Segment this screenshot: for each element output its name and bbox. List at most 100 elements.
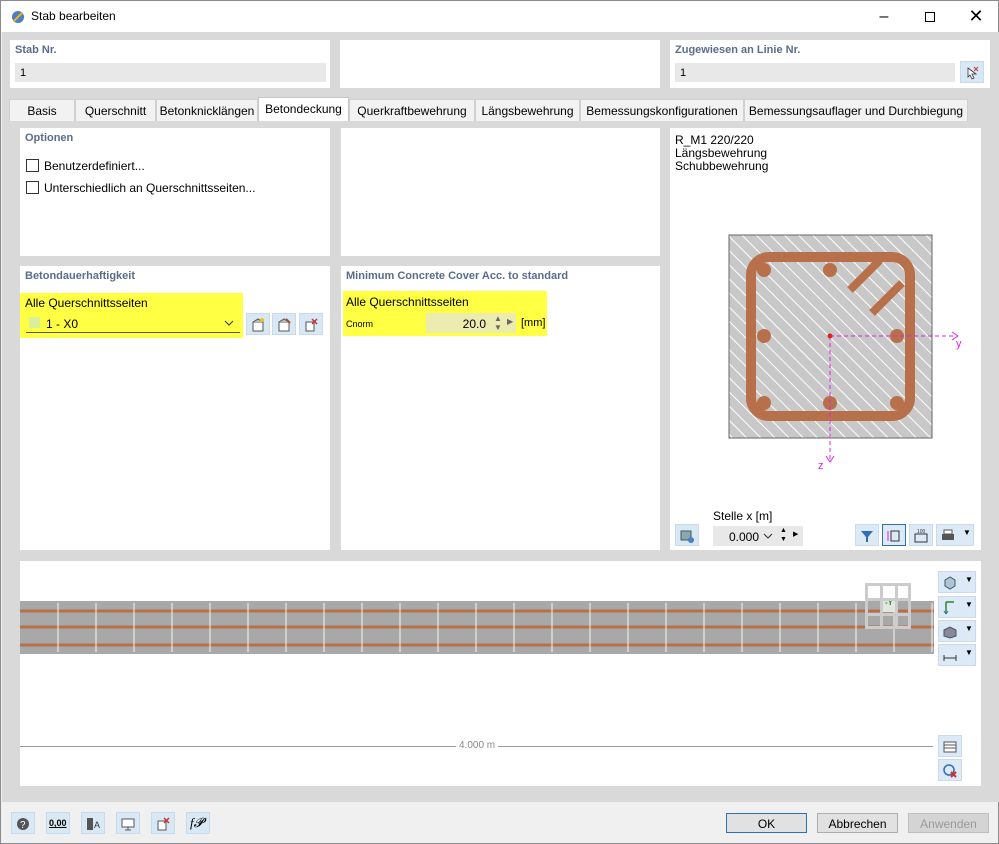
reset-view-button[interactable]	[938, 759, 962, 781]
cancel-button[interactable]: Abbrechen	[817, 813, 898, 833]
section-settings-button[interactable]	[675, 524, 699, 546]
longitudinal-reinforcement-label: Längsbewehrung	[675, 146, 768, 160]
view-direction-button[interactable]: ▼	[938, 596, 976, 618]
optionen-panel: Optionen Benutzerdefiniert... Unterschie…	[20, 128, 330, 256]
dauer-all-sides-label: Alle Querschnittsseiten	[25, 296, 148, 310]
centroid	[827, 333, 833, 339]
window-title: Stab bearbeiten	[31, 9, 116, 23]
beam-length-label: 4.000 m	[456, 740, 499, 751]
dimension-display-button[interactable]: ▼	[938, 644, 976, 666]
chevron-down-icon	[763, 533, 773, 539]
tab-bemessungskonfigurationen[interactable]: Bemessungskonfigurationen	[580, 99, 744, 121]
table-icon	[943, 741, 957, 753]
cnorm-label: Cnorm	[346, 319, 374, 329]
view-button[interactable]	[116, 812, 140, 834]
tab-betonknicklaengen[interactable]: Betonknicklängen	[156, 99, 258, 121]
app-icon	[12, 11, 24, 23]
tab-betondeckung[interactable]: Betondeckung	[258, 97, 349, 121]
rebar	[757, 263, 771, 277]
pick-cursor-icon	[967, 66, 979, 80]
spin-right-icon[interactable]: ▶	[793, 530, 798, 538]
unterschiedlich-label: Unterschiedlich an Querschnittsseiten...	[44, 181, 256, 195]
cube-icon	[944, 576, 956, 590]
info-button[interactable]: A	[81, 812, 105, 834]
tab-laengsbewehrung[interactable]: Längsbewehrung	[475, 99, 580, 121]
benutzerdefiniert-label: Benutzerdefiniert...	[44, 159, 145, 173]
spin-down-icon[interactable]: ▼	[494, 323, 502, 332]
formula-button[interactable]: f𝓟	[186, 812, 210, 834]
values-button[interactable]: 100	[909, 524, 933, 546]
beam-drawing	[20, 601, 934, 654]
dauerhaftigkeit-panel: Betondauerhaftigkeit Alle Querschnittsse…	[20, 266, 330, 550]
tab-querkraftbewehrung[interactable]: Querkraftbewehrung	[349, 99, 475, 121]
delete-icon	[157, 817, 170, 831]
chevron-down-icon	[224, 320, 234, 326]
exposure-class-select[interactable]: 1 - X0	[26, 313, 240, 333]
rebar	[890, 396, 904, 410]
stelle-value: 0.000	[729, 530, 760, 544]
linie-number-field[interactable]: 1	[675, 63, 955, 82]
view-3d-button[interactable]: ▼	[938, 571, 976, 593]
cnorm-input[interactable]: 20.0 ▲ ▼ ▶	[426, 313, 516, 333]
filter-button[interactable]	[855, 524, 879, 546]
unterschiedlich-checkbox[interactable]	[26, 181, 39, 194]
apply-button[interactable]: Anwenden	[908, 813, 989, 833]
dimension-button[interactable]	[882, 524, 906, 546]
display-mode-button[interactable]: ▼	[938, 620, 976, 642]
min-cover-title: Minimum Concrete Cover Acc. to standard	[346, 270, 569, 282]
reset-icon	[943, 764, 957, 778]
print-button[interactable]: ▼	[936, 524, 974, 546]
close-icon[interactable]: ✕	[953, 1, 999, 32]
empty-header-panel	[340, 40, 660, 88]
min-cover-all-sides-label: Alle Querschnittsseiten	[346, 295, 469, 309]
empty-options-panel	[341, 128, 660, 256]
cnorm-value: 20.0	[462, 317, 486, 331]
table-button[interactable]	[938, 735, 962, 757]
delete-icon	[305, 318, 318, 332]
chevron-down-icon: ▼	[965, 600, 973, 609]
remove-button[interactable]	[151, 812, 175, 834]
tab-basis[interactable]: Basis	[9, 99, 75, 121]
dimension-icon	[887, 530, 900, 542]
new-exposure-button[interactable]	[246, 313, 270, 335]
dimension-x-icon	[943, 655, 957, 661]
spin-right-icon[interactable]: ▶	[507, 317, 513, 326]
axis-icon	[943, 601, 954, 615]
stab-number-field[interactable]: 1	[15, 63, 326, 82]
minimize-icon[interactable]: –	[861, 1, 907, 32]
help-icon: ?	[17, 818, 29, 831]
benutzerdefiniert-checkbox[interactable]	[26, 159, 39, 172]
rebar	[757, 329, 771, 343]
delete-exposure-button[interactable]	[299, 313, 323, 335]
tab-querschnitt[interactable]: Querschnitt	[75, 99, 156, 121]
chevron-down-icon: ▼	[963, 528, 971, 537]
color-swatch	[29, 317, 40, 328]
y-axis-label: y	[956, 338, 962, 350]
maximize-icon[interactable]	[907, 1, 953, 32]
optionen-title: Optionen	[25, 132, 74, 144]
dauerhaftigkeit-title: Betondauerhaftigkeit	[25, 270, 136, 282]
shear-reinforcement-label: Schubbewehrung	[675, 159, 769, 173]
view-cube[interactable]: -Y	[865, 583, 911, 629]
rebar	[757, 396, 771, 410]
units-button[interactable]: 0,00	[46, 812, 70, 834]
select-line-button[interactable]	[960, 61, 984, 83]
linie-panel: Zugewiesen an Linie Nr. 1	[670, 40, 990, 88]
cnorm-unit: [mm]	[521, 317, 546, 329]
spin-down-icon[interactable]: ▼	[780, 536, 787, 543]
section-preview-panel: R_M1 220/220 Längsbewehrung Schubbewehru…	[670, 128, 981, 550]
exposure-class-value: 1 - X0	[46, 317, 79, 331]
svg-text:?: ?	[20, 820, 26, 831]
spin-up-icon[interactable]: ▲	[494, 314, 502, 323]
help-button[interactable]: ?	[11, 812, 35, 834]
stab-panel: Stab Nr. 1	[10, 40, 330, 88]
ok-button[interactable]: OK	[726, 813, 807, 833]
chevron-down-icon: ▼	[965, 624, 973, 633]
cross-section-drawing	[728, 234, 959, 463]
tab-bemessungsauflager[interactable]: Bemessungsauflager und Durchbiegung	[744, 99, 968, 121]
spin-up-icon[interactable]: ▲	[780, 527, 787, 534]
stelle-input[interactable]: 0.000 ▲ ▼ ▶	[713, 526, 803, 546]
stab-label: Stab Nr.	[15, 44, 57, 56]
edit-exposure-button[interactable]	[272, 313, 296, 335]
section-settings-icon	[680, 530, 694, 543]
